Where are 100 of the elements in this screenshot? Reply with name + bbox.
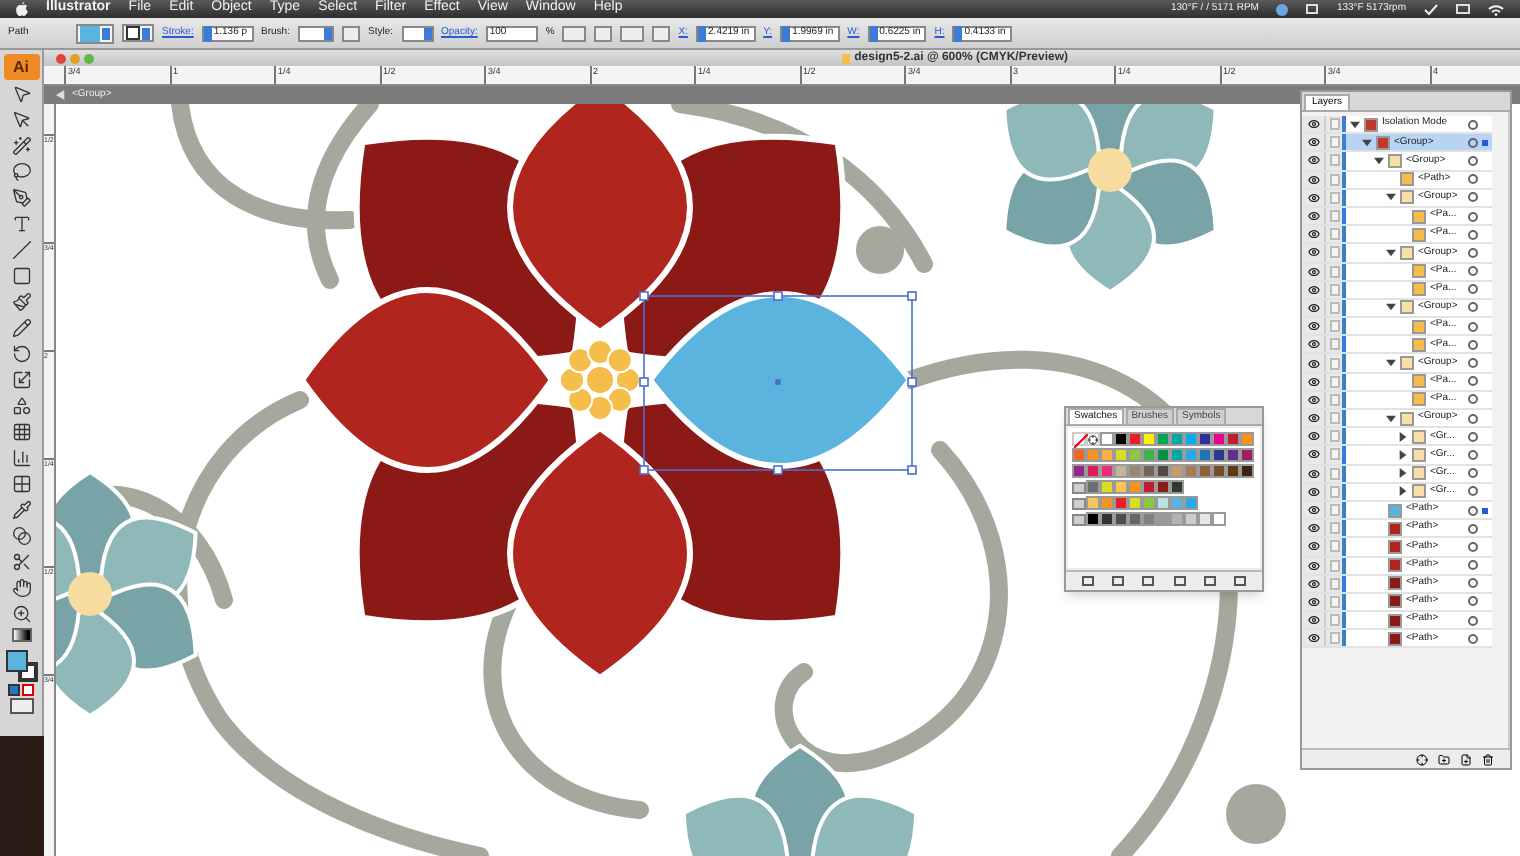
expanded-triangle-icon[interactable]: [1386, 192, 1396, 203]
expanded-triangle-icon[interactable]: [1374, 155, 1384, 166]
color-swatch[interactable]: [1142, 432, 1156, 446]
visibility-eye-icon[interactable]: [1307, 136, 1319, 149]
color-swatch[interactable]: [1226, 464, 1240, 478]
screen-mode-icon[interactable]: [9, 698, 33, 714]
color-swatch[interactable]: [1240, 432, 1254, 446]
color-swatch[interactable]: [1184, 432, 1198, 446]
color-swatch[interactable]: [1184, 512, 1198, 526]
color-swatch[interactable]: [1100, 512, 1114, 526]
bar-chart-icon[interactable]: [11, 448, 31, 468]
color-swatch[interactable]: [1128, 464, 1142, 478]
selection-indicator[interactable]: [1482, 139, 1488, 146]
blend-icon[interactable]: [11, 526, 31, 546]
rotate-icon[interactable]: [11, 344, 31, 364]
visibility-eye-icon[interactable]: [1307, 448, 1319, 461]
visibility-eye-icon[interactable]: [1307, 393, 1319, 406]
color-swatch[interactable]: [1156, 432, 1170, 446]
color-swatch[interactable]: [1226, 448, 1240, 462]
color-swatch[interactable]: [1100, 432, 1114, 446]
visibility-eye-icon[interactable]: [1307, 467, 1319, 480]
color-swatch[interactable]: [1142, 480, 1156, 494]
color-swatch[interactable]: [1198, 432, 1212, 446]
color-swatch[interactable]: [1184, 496, 1198, 510]
color-swatch[interactable]: [1086, 512, 1100, 526]
color-swatch[interactable]: [1198, 448, 1212, 462]
color-swatch[interactable]: [1142, 464, 1156, 478]
color-swatch[interactable]: [1114, 512, 1128, 526]
color-swatch[interactable]: [1212, 464, 1226, 478]
visibility-eye-icon[interactable]: [1307, 246, 1319, 259]
grid-icon[interactable]: [11, 422, 31, 442]
color-swatch[interactable]: [1240, 464, 1254, 478]
visibility-eye-icon[interactable]: [1307, 118, 1319, 131]
visibility-eye-icon[interactable]: [1307, 357, 1319, 370]
pipette-icon[interactable]: [11, 500, 31, 520]
style-dropdown[interactable]: [401, 25, 433, 41]
visibility-eye-icon[interactable]: [1307, 540, 1319, 553]
color-swatch[interactable]: [1128, 512, 1142, 526]
none-swatch[interactable]: [1072, 432, 1086, 446]
visibility-eye-icon[interactable]: [1307, 522, 1319, 535]
visibility-eye-icon[interactable]: [1307, 504, 1319, 517]
expanded-triangle-icon[interactable]: [1386, 358, 1396, 369]
visibility-eye-icon[interactable]: [1307, 632, 1319, 645]
scissors-icon[interactable]: [11, 552, 31, 572]
color-mode-icon[interactable]: [8, 684, 20, 696]
visibility-eye-icon[interactable]: [1307, 412, 1319, 425]
fill-color-picker[interactable]: [76, 23, 114, 43]
color-swatch[interactable]: [1170, 496, 1184, 510]
visibility-eye-icon[interactable]: [1307, 283, 1319, 296]
apple-logo-icon[interactable]: [16, 2, 28, 16]
color-swatch[interactable]: [1128, 480, 1142, 494]
color-swatch[interactable]: [1156, 448, 1170, 462]
brush-dropdown[interactable]: [297, 25, 334, 41]
color-swatch[interactable]: [1198, 512, 1212, 526]
visibility-eye-icon[interactable]: [1307, 301, 1319, 314]
visibility-eye-icon[interactable]: [1307, 559, 1319, 572]
close-button[interactable]: [56, 53, 66, 63]
collapsed-triangle-icon[interactable]: [1398, 449, 1408, 460]
collapsed-triangle-icon[interactable]: [1398, 486, 1408, 497]
color-swatch[interactable]: [1100, 464, 1114, 478]
color-swatch[interactable]: [1128, 448, 1142, 462]
expanded-triangle-icon[interactable]: [1386, 302, 1396, 313]
color-swatch[interactable]: [1086, 496, 1100, 510]
locate-object-icon[interactable]: [1416, 753, 1428, 765]
visibility-eye-icon[interactable]: [1307, 320, 1319, 333]
visibility-eye-icon[interactable]: [1307, 595, 1319, 608]
color-swatch[interactable]: [1114, 448, 1128, 462]
expanded-triangle-icon[interactable]: [1386, 247, 1396, 258]
color-swatch[interactable]: [1142, 448, 1156, 462]
stroke-color-picker[interactable]: [122, 24, 154, 42]
color-swatch[interactable]: [1114, 432, 1128, 446]
visibility-eye-icon[interactable]: [1307, 265, 1319, 278]
color-swatch[interactable]: [1212, 512, 1226, 526]
expanded-triangle-icon[interactable]: [1362, 137, 1372, 148]
color-swatch[interactable]: [1212, 448, 1226, 462]
color-swatch[interactable]: [1086, 448, 1100, 462]
color-swatch[interactable]: [1226, 432, 1240, 446]
magic-wand-icon[interactable]: [11, 136, 31, 156]
pen-icon[interactable]: [11, 188, 31, 208]
color-swatch[interactable]: [1184, 448, 1198, 462]
wifi-icon[interactable]: [1488, 3, 1504, 15]
new-layer-icon[interactable]: [1460, 753, 1472, 765]
color-swatch[interactable]: [1156, 480, 1170, 494]
hand-icon[interactable]: [11, 578, 31, 598]
collapsed-triangle-icon[interactable]: [1398, 468, 1408, 479]
color-swatch[interactable]: [1114, 480, 1128, 494]
scale-icon[interactable]: [11, 370, 31, 390]
lasso-icon[interactable]: [11, 162, 31, 182]
visibility-eye-icon[interactable]: [1307, 375, 1319, 388]
color-swatch[interactable]: [1170, 464, 1184, 478]
back-arrow-icon[interactable]: [56, 90, 66, 100]
pencil-icon[interactable]: [11, 318, 31, 338]
checkmark-icon[interactable]: [1424, 3, 1438, 15]
visibility-eye-icon[interactable]: [1307, 614, 1319, 627]
color-swatch[interactable]: [1072, 448, 1086, 462]
color-swatch[interactable]: [1086, 464, 1100, 478]
color-swatch[interactable]: [1198, 464, 1212, 478]
visibility-eye-icon[interactable]: [1307, 485, 1319, 498]
color-swatch[interactable]: [1170, 448, 1184, 462]
visibility-eye-icon[interactable]: [1307, 338, 1319, 351]
